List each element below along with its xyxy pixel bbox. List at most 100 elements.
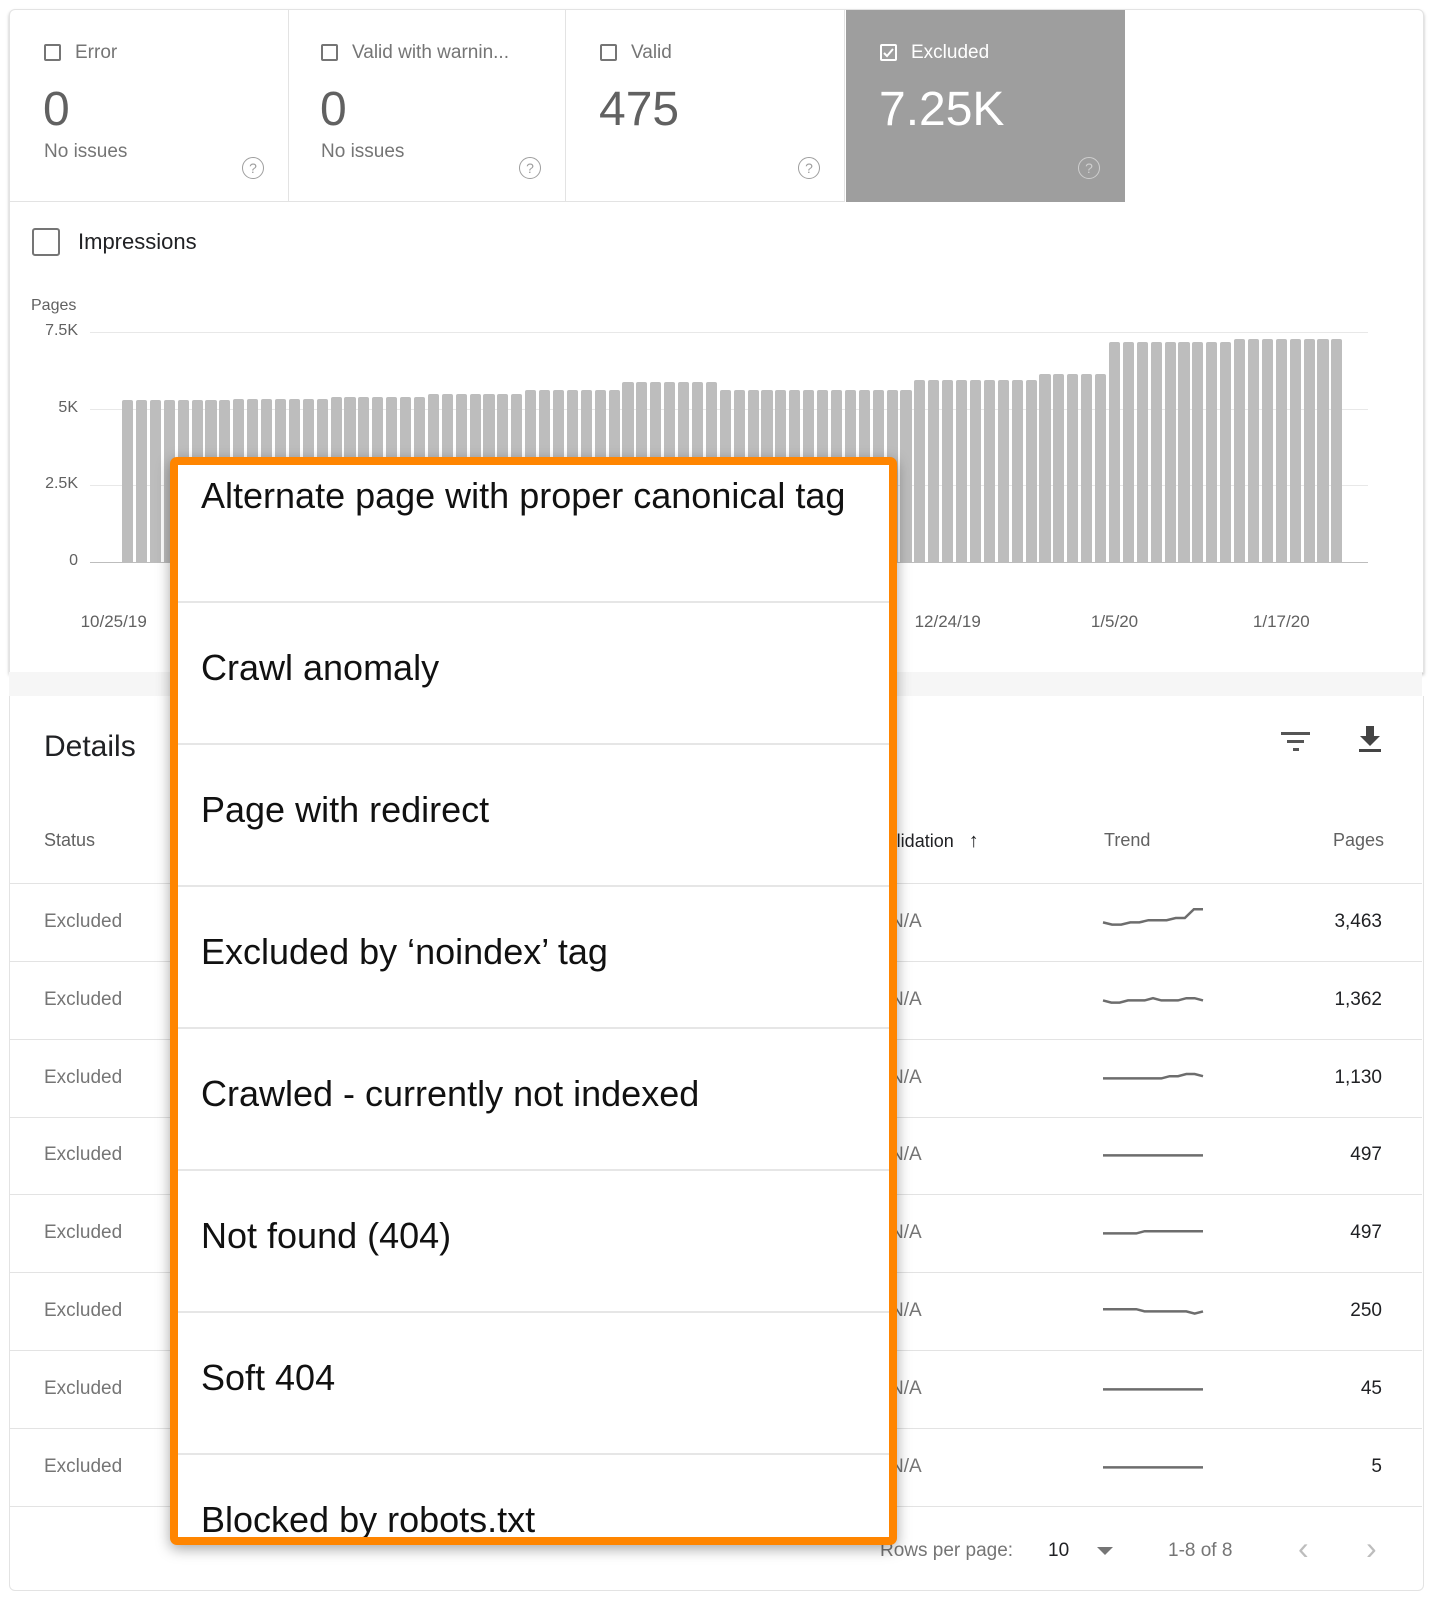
bar (122, 400, 134, 562)
pages-cell: 1,130 (1334, 1066, 1382, 1088)
checkbox-icon[interactable] (44, 44, 61, 61)
bar (956, 380, 968, 562)
checkbox-icon[interactable] (321, 44, 338, 61)
help-icon[interactable]: ? (519, 157, 541, 179)
bar (1122, 342, 1134, 562)
status-tile-excluded[interactable]: Excluded 7.25K? (846, 10, 1125, 202)
bar (1150, 342, 1162, 562)
pagination-range: 1-8 of 8 (1168, 1540, 1233, 1561)
details-title: Details (44, 730, 136, 763)
pages-cell: 250 (1350, 1300, 1382, 1321)
bar (1234, 339, 1246, 562)
tile-label: Valid with warnin... (352, 42, 509, 63)
impressions-label[interactable]: Impressions (78, 229, 197, 255)
highlighted-exclusion-reasons-list: Alternate page with proper canonical tag… (170, 457, 897, 1545)
exclusion-reason-label: Crawled - currently not indexed (201, 1073, 700, 1114)
status-cell: Excluded (44, 1066, 123, 1088)
column-header-status[interactable]: Status (44, 830, 95, 851)
rows-per-page-value: 10 (1048, 1540, 1070, 1561)
y-tick-label: 2.5K (45, 475, 78, 493)
impressions-checkbox[interactable] (32, 228, 60, 256)
exclusion-reason-item[interactable]: Alternate page with proper canonical tag (178, 465, 889, 603)
tile-label: Valid (631, 42, 672, 63)
bar (1289, 339, 1301, 562)
bar (1261, 339, 1273, 562)
exclusion-reason-item[interactable]: Not found (404) (178, 1171, 889, 1313)
bar (1081, 374, 1093, 562)
bar (1011, 380, 1023, 562)
bar (900, 389, 912, 562)
pages-cell: 3,463 (1334, 911, 1382, 932)
trend-line (1103, 1230, 1203, 1235)
exclusion-reason-item[interactable]: Soft 404 (178, 1313, 889, 1455)
trend-sparkline (1103, 1387, 1203, 1391)
next-page-icon[interactable]: › (1366, 1530, 1377, 1567)
rows-per-page-label: Rows per page: (880, 1540, 1014, 1561)
filter-icon[interactable] (1280, 728, 1312, 754)
checkbox-checked-icon[interactable] (880, 44, 897, 61)
status-tile-error[interactable]: Error 0 No issues? (10, 10, 289, 202)
bar (914, 380, 926, 562)
help-icon[interactable]: ? (242, 157, 264, 179)
trend-sparkline (1102, 996, 1204, 1004)
exclusion-reason-item[interactable]: Page with redirect (178, 745, 889, 887)
status-cell: Excluded (44, 1455, 123, 1477)
trend-sparkline (1103, 1465, 1203, 1469)
pages-cell: 497 (1350, 1144, 1382, 1166)
status-cell: Excluded (44, 1377, 123, 1399)
exclusion-reason-label: Soft 404 (201, 1357, 336, 1398)
dropdown-arrow-icon (1097, 1546, 1114, 1555)
bar (1206, 342, 1218, 562)
exclusion-reason-label: Not found (404) (201, 1215, 452, 1256)
bar (135, 400, 148, 562)
tile-label: Error (75, 42, 118, 63)
bar (149, 400, 161, 562)
download-icon[interactable] (1357, 724, 1383, 754)
trend-line (1102, 996, 1204, 1004)
trend-line (1103, 1307, 1204, 1315)
x-tick-label: 12/24/19 (914, 612, 981, 631)
status-tile-valid[interactable]: Valid with warnin... 0 No issues? (287, 10, 566, 202)
checkbox-icon[interactable] (600, 44, 617, 61)
trend-sparkline (1103, 1307, 1204, 1315)
bar (928, 380, 940, 562)
previous-page-icon[interactable]: ‹ (1298, 1530, 1309, 1567)
bar (1136, 342, 1148, 562)
y-tick-label: 7.5K (45, 322, 78, 339)
status-cell: Excluded (44, 911, 123, 932)
bar (1053, 374, 1065, 562)
bar (1331, 339, 1343, 562)
bar (1220, 342, 1232, 562)
exclusion-reason-item[interactable]: Crawl anomaly (178, 603, 889, 745)
bar (1164, 342, 1176, 562)
status-cell: Excluded (44, 1222, 123, 1244)
exclusion-reason-item[interactable]: Crawled - currently not indexed (178, 1029, 889, 1171)
bar (1067, 374, 1079, 562)
trend-sparkline (1103, 1230, 1203, 1235)
column-header-pages[interactable]: Pages (1333, 830, 1384, 851)
rows-per-page-select[interactable]: 10 (1048, 1540, 1114, 1562)
exclusion-reason-item[interactable]: Blocked by robots.txt (178, 1455, 889, 1537)
gridline (90, 332, 1368, 333)
bar (1247, 339, 1260, 562)
bar (942, 380, 954, 562)
bar (1303, 339, 1315, 562)
status-tile-valid[interactable]: Valid 475? (566, 10, 845, 202)
tile-count: 0 (43, 83, 70, 136)
bar (1178, 342, 1190, 562)
tile-count: 475 (599, 83, 680, 136)
help-icon[interactable]: ? (1078, 157, 1100, 179)
bar (1039, 374, 1051, 562)
exclusion-reason-item[interactable]: Excluded by ‘noindex’ tag (178, 887, 889, 1029)
bar (969, 380, 982, 562)
trend-sparkline (1102, 907, 1203, 926)
bar (983, 380, 995, 562)
x-tick-label: 1/5/20 (1090, 612, 1139, 631)
pages-cell: 1,362 (1334, 988, 1382, 1010)
tile-count: 0 (320, 83, 347, 136)
help-icon[interactable]: ? (798, 157, 820, 179)
tile-subtext: No issues (321, 141, 405, 162)
tile-label: Excluded (911, 42, 990, 63)
pages-cell: 45 (1360, 1377, 1382, 1399)
exclusion-reason-label: Alternate page with proper canonical tag (201, 475, 846, 516)
